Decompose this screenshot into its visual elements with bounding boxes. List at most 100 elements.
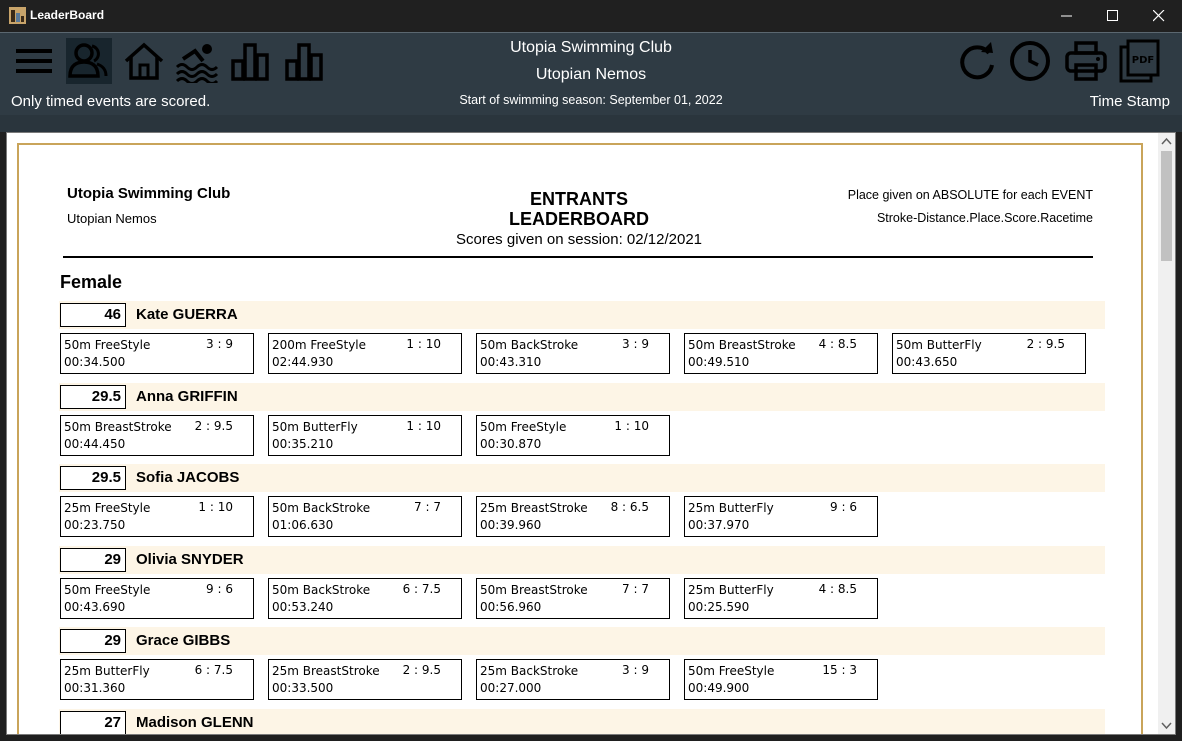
session-date: Scores given on session: 02/12/2021 <box>456 231 702 248</box>
event-name: 25m BreastStroke <box>272 664 380 678</box>
event-result: 50m BreastStroke 4 : 8.5 00:49.510 <box>684 333 878 374</box>
entrant-name: Grace GIBBS <box>136 632 231 649</box>
entrant-name: Olivia SNYDER <box>136 551 244 568</box>
event-place-score: 3 : 9 <box>206 337 233 351</box>
event-name: 25m BreastStroke <box>480 501 588 515</box>
svg-text:PDF: PDF <box>1132 55 1154 66</box>
event-name: 25m ButterFly <box>688 583 774 597</box>
pdf-button[interactable]: PDF <box>1118 39 1162 83</box>
place-note: Place given on ABSOLUTE for each EVENT <box>847 188 1093 202</box>
entrant-total-score: 29.5 <box>60 466 126 490</box>
event-place-score: 2 : 9.5 <box>194 419 233 433</box>
entrant-header: 46 Kate GUERRA <box>59 301 1105 329</box>
event-name: 50m BackStroke <box>272 501 371 515</box>
format-note: Stroke-Distance.Place.Score.Racetime <box>876 211 1093 225</box>
event-race-time: 00:43.310 <box>480 355 542 369</box>
report-club-name: Utopia Swimming Club <box>67 185 231 202</box>
title-bar: LeaderBoard <box>0 0 1182 32</box>
toolbar-divider <box>0 115 1182 132</box>
refresh-icon <box>960 42 994 80</box>
minimize-button[interactable] <box>1044 0 1090 32</box>
event-place-score: 1 : 10 <box>614 419 649 433</box>
event-place-score: 9 : 6 <box>830 500 857 514</box>
event-race-time: 00:25.590 <box>688 600 750 614</box>
event-race-time: 00:30.870 <box>480 437 542 451</box>
event-race-time: 00:33.500 <box>272 681 334 695</box>
event-race-time: 00:53.240 <box>272 600 334 614</box>
entrant-name: Anna GRIFFIN <box>136 388 238 405</box>
event-name: 50m FreeStyle <box>64 338 151 352</box>
event-result: 25m BreastStroke 8 : 6.5 00:39.960 <box>476 496 670 537</box>
minimize-icon <box>1061 15 1072 17</box>
report-team-name: Utopian Nemos <box>67 211 157 226</box>
event-race-time: 00:35.210 <box>272 437 334 451</box>
event-place-score: 1 : 10 <box>198 500 233 514</box>
report-sheet: Utopia Swimming Club Utopian Nemos ENTRA… <box>17 143 1143 734</box>
scroll-up-icon[interactable] <box>1158 133 1175 150</box>
time-stamp-label[interactable]: Time Stamp <box>1090 93 1170 110</box>
event-race-time: 00:23.750 <box>64 518 126 532</box>
event-race-time: 00:31.360 <box>64 681 126 695</box>
event-place-score: 1 : 10 <box>406 337 441 351</box>
event-result: 25m ButterFly 9 : 6 00:37.970 <box>684 496 878 537</box>
event-place-score: 4 : 8.5 <box>818 582 857 596</box>
scroll-thumb[interactable] <box>1161 151 1172 261</box>
event-result: 50m BreastStroke 2 : 9.5 00:44.450 <box>60 415 254 456</box>
event-place-score: 1 : 10 <box>406 419 441 433</box>
event-name: 200m FreeStyle <box>272 338 367 352</box>
event-result: 25m FreeStyle 1 : 10 00:23.750 <box>60 496 254 537</box>
entrant-name: Madison GLENN <box>136 714 254 731</box>
event-race-time: 00:43.650 <box>896 355 958 369</box>
event-race-time: 00:56.960 <box>480 600 542 614</box>
event-result: 50m FreeStyle 15 : 3 00:49.900 <box>684 659 878 700</box>
event-race-time: 00:49.510 <box>688 355 750 369</box>
event-result: 50m FreeStyle 3 : 9 00:34.500 <box>60 333 254 374</box>
window-title: LeaderBoard <box>30 8 105 22</box>
event-result: 50m FreeStyle 1 : 10 00:30.870 <box>476 415 670 456</box>
toolbar-team-name: Utopian Nemos <box>535 66 647 83</box>
gender-heading: Female <box>60 272 123 292</box>
event-result: 50m BackStroke 7 : 7 01:06.630 <box>268 496 462 537</box>
maximize-button[interactable] <box>1090 0 1136 32</box>
event-place-score: 3 : 9 <box>622 663 649 677</box>
event-result: 50m FreeStyle 9 : 6 00:43.690 <box>60 578 254 619</box>
vertical-scrollbar[interactable] <box>1158 133 1175 734</box>
event-race-time: 00:43.690 <box>64 600 126 614</box>
event-race-time: 00:34.500 <box>64 355 126 369</box>
entrant-name: Sofia JACOBS <box>136 469 240 486</box>
entrant-total-score: 29 <box>60 548 126 572</box>
event-place-score: 7 : 7 <box>414 500 441 514</box>
event-place-score: 8 : 6.5 <box>610 500 649 514</box>
entrant-header: 29 Grace GIBBS <box>59 627 1105 655</box>
event-place-score: 7 : 7 <box>622 582 649 596</box>
event-result: 25m ButterFly 6 : 7.5 00:31.360 <box>60 659 254 700</box>
close-icon <box>1153 10 1165 22</box>
toolbar-club-name: Utopia Swimming Club <box>510 39 672 56</box>
event-result: 50m ButterFly 2 : 9.5 00:43.650 <box>892 333 1086 374</box>
clock-button[interactable] <box>1008 39 1052 83</box>
entrant-name: Kate GUERRA <box>136 306 238 323</box>
event-name: 50m ButterFly <box>272 420 358 434</box>
event-result: 25m ButterFly 4 : 8.5 00:25.590 <box>684 578 878 619</box>
event-name: 50m ButterFly <box>896 338 982 352</box>
event-race-time: 00:27.000 <box>480 681 542 695</box>
event-result: 50m BackStroke 3 : 9 00:43.310 <box>476 333 670 374</box>
print-button[interactable] <box>1064 39 1108 83</box>
close-button[interactable] <box>1136 0 1182 32</box>
scroll-down-icon[interactable] <box>1158 717 1175 734</box>
event-result: 50m BackStroke 6 : 7.5 00:53.240 <box>268 578 462 619</box>
entrant-header: 27 Madison GLENN <box>59 709 1105 734</box>
event-name: 50m BackStroke <box>272 583 371 597</box>
event-name: 50m FreeStyle <box>688 664 775 678</box>
event-name: 25m ButterFly <box>688 501 774 515</box>
event-result: 25m BackStroke 3 : 9 00:27.000 <box>476 659 670 700</box>
refresh-button[interactable] <box>955 39 999 83</box>
entrant-header: 29.5 Anna GRIFFIN <box>59 383 1105 411</box>
event-place-score: 3 : 9 <box>622 337 649 351</box>
season-start: Start of swimming season: September 01, … <box>459 93 723 107</box>
report-title-line1: ENTRANTS <box>530 189 628 209</box>
maximize-icon <box>1107 10 1118 21</box>
entrant-header: 29 Olivia SNYDER <box>59 546 1105 574</box>
event-name: 50m BreastStroke <box>688 338 796 352</box>
header-rule <box>63 256 1093 258</box>
